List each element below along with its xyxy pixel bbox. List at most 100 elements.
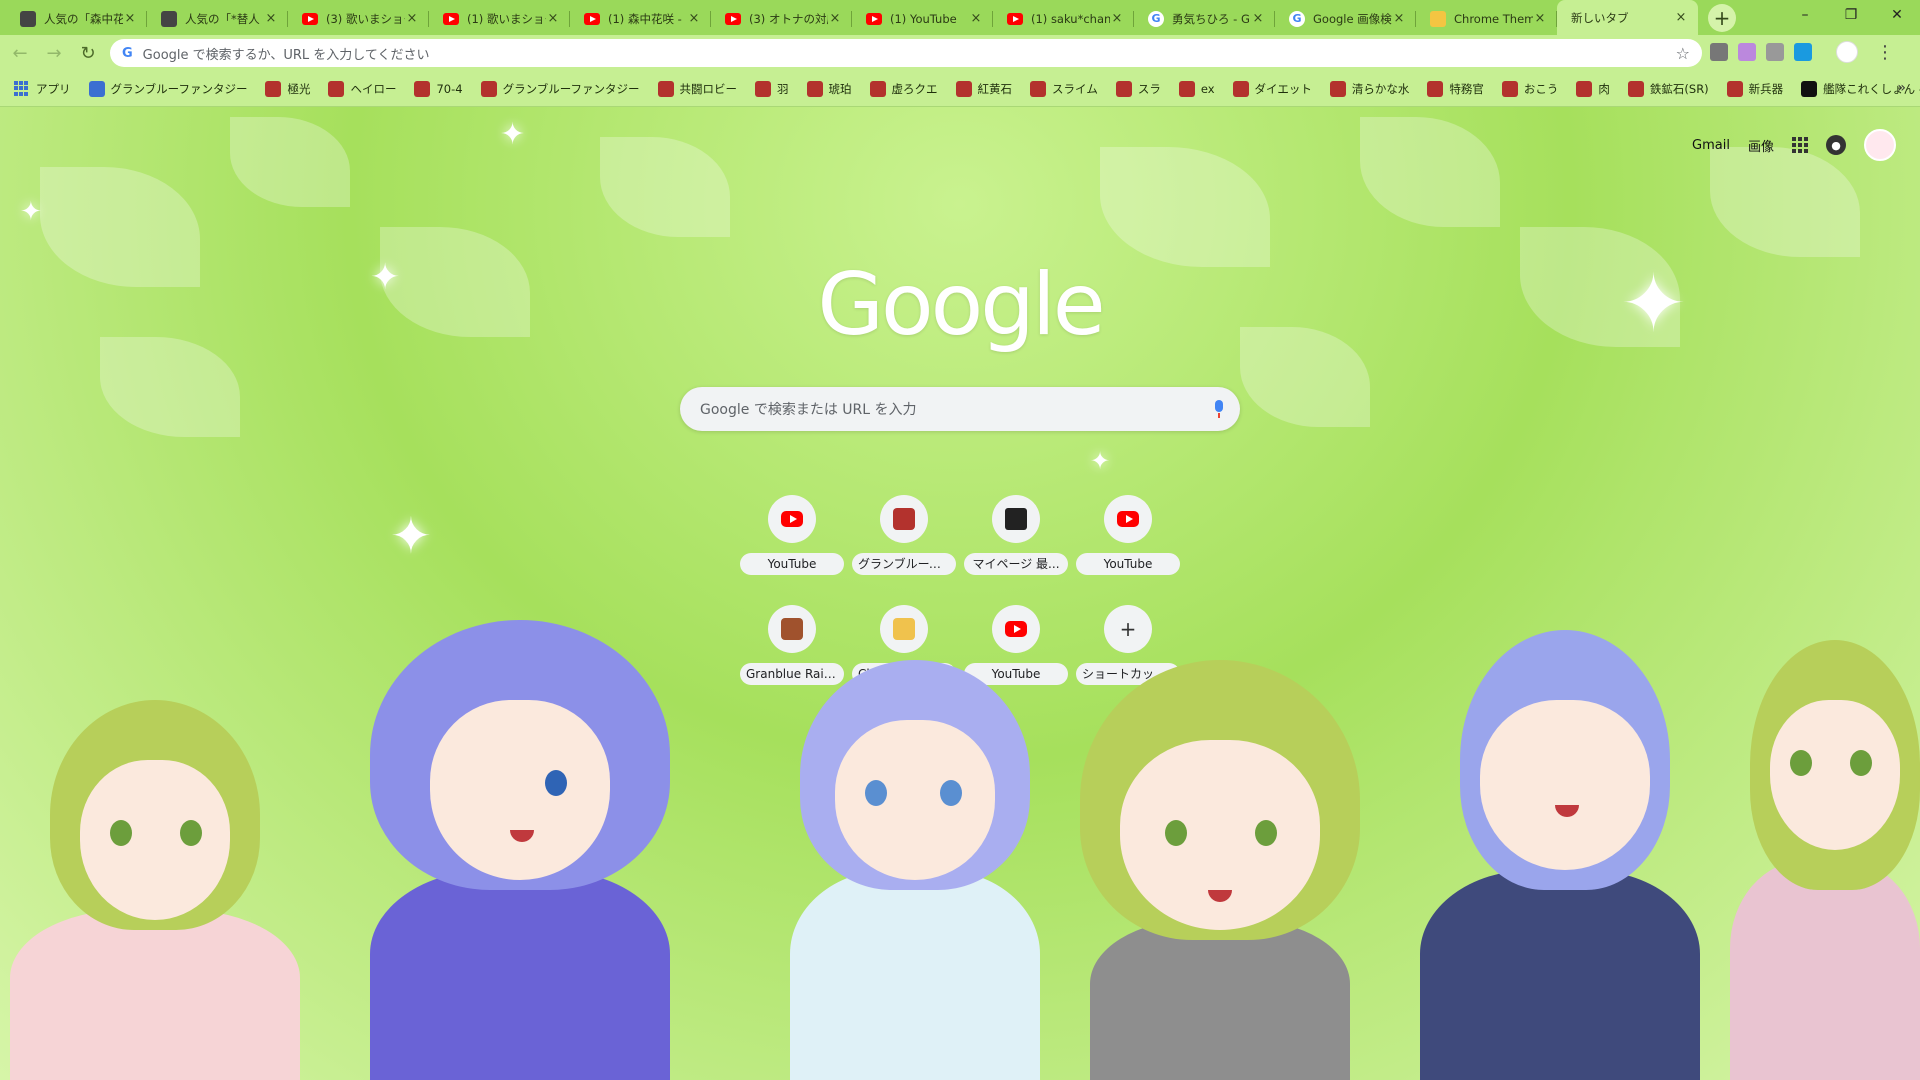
- bookmark-favicon-icon: [414, 80, 431, 97]
- bookmark-item[interactable]: 琥珀: [806, 80, 852, 97]
- menu-icon[interactable]: ⋮: [1876, 42, 1894, 63]
- shortcut-tile[interactable]: グランブルーフ...: [848, 487, 960, 575]
- omnibox[interactable]: G Google で検索するか、URL を入力してください ☆: [110, 39, 1702, 67]
- profile-avatar[interactable]: [1836, 41, 1858, 63]
- more-bookmarks-icon[interactable]: »: [1897, 80, 1906, 96]
- tab[interactable]: (1) saku*chan ×: [993, 2, 1134, 35]
- tab-title: (3) オトナの対応: [749, 11, 828, 26]
- bookmark-item[interactable]: 紅黄石: [955, 80, 1012, 97]
- google-apps-icon[interactable]: [1792, 137, 1808, 153]
- site-favicon-icon: [893, 618, 915, 640]
- bookmark-label: スライム: [1052, 81, 1098, 96]
- bookmark-item[interactable]: スラ: [1115, 80, 1161, 97]
- bookmark-favicon-icon: [1178, 80, 1195, 97]
- bookmark-label: 虚ろクエ: [891, 81, 938, 96]
- shortcut-tile[interactable]: マイページ 最...: [960, 487, 1072, 575]
- tab[interactable]: G 勇気ちひろ - G ×: [1134, 2, 1275, 35]
- tab[interactable]: (1) YouTube ×: [852, 2, 993, 35]
- shortcut-tile[interactable]: YouTube: [1072, 487, 1184, 575]
- tab-close-icon[interactable]: ×: [264, 11, 278, 26]
- bookmark-item[interactable]: おこう: [1501, 80, 1558, 97]
- bookmark-star-icon[interactable]: ☆: [1676, 44, 1690, 63]
- shortcut-tile[interactable]: YouTube: [736, 487, 848, 575]
- skype-icon[interactable]: [1794, 43, 1812, 61]
- tab-title: Chrome Them: [1454, 11, 1533, 26]
- character-illustration: [1730, 640, 1920, 1080]
- extension-pdf-icon[interactable]: [1710, 43, 1728, 61]
- bookmark-item[interactable]: 鉄鉱石(SR): [1627, 80, 1709, 97]
- bookmark-label: グランブルーファンタジー: [502, 81, 640, 96]
- bookmark-item[interactable]: 羽: [755, 80, 789, 97]
- tab-close-icon[interactable]: ×: [1392, 11, 1406, 26]
- tab-active[interactable]: 新しいタブ ×: [1557, 0, 1698, 35]
- images-link[interactable]: 画像: [1748, 136, 1774, 155]
- google-icon: G: [122, 45, 133, 61]
- bookmark-label: ex: [1200, 81, 1215, 96]
- toolbar: ← → ↻ G Google で検索するか、URL を入力してください ☆ ⋮: [0, 35, 1920, 71]
- extension-icon[interactable]: [1738, 43, 1756, 61]
- tab-close-icon[interactable]: ×: [969, 11, 983, 26]
- youtube-icon: [584, 12, 600, 25]
- bookmark-item[interactable]: 虚ろクエ: [869, 80, 938, 97]
- account-avatar[interactable]: [1864, 129, 1896, 161]
- back-icon[interactable]: ←: [6, 39, 34, 67]
- bookmark-item[interactable]: ヘイロー: [328, 80, 396, 97]
- character-illustration: [10, 700, 300, 1080]
- tab-close-icon[interactable]: ×: [546, 11, 560, 26]
- tab[interactable]: G Google 画像検 ×: [1275, 2, 1416, 35]
- bookmark-item[interactable]: 極光: [265, 80, 310, 97]
- youtube-icon: [443, 12, 459, 25]
- ntp-search-box[interactable]: Google で検索または URL を入力: [680, 387, 1240, 431]
- tab-close-icon[interactable]: ×: [123, 11, 137, 26]
- bookmark-item[interactable]: 特務官: [1427, 80, 1484, 97]
- shortcut-icon-circle: +: [1104, 605, 1152, 653]
- bookmark-favicon-icon: [88, 80, 105, 97]
- shortcut-icon-circle: [880, 495, 928, 543]
- gmail-link[interactable]: Gmail: [1692, 138, 1730, 153]
- extension-icon[interactable]: [1766, 43, 1784, 61]
- tab-close-icon[interactable]: ×: [687, 11, 701, 26]
- bookmark-item[interactable]: 70-4: [414, 80, 463, 97]
- bookmark-item[interactable]: 肉: [1576, 80, 1610, 97]
- tab[interactable]: (3) 歌いまショー×: [288, 2, 429, 35]
- shortcut-icon-circle: [768, 495, 816, 543]
- character-illustration: [330, 620, 710, 1080]
- tab[interactable]: 人気の「*替人 ×: [147, 2, 288, 35]
- shortcut-label: マイページ 最...: [964, 553, 1068, 575]
- forward-icon[interactable]: →: [40, 39, 68, 67]
- bookmark-favicon-icon: [328, 80, 345, 97]
- close-window-icon[interactable]: ✕: [1874, 0, 1920, 30]
- reload-icon[interactable]: ↻: [74, 39, 102, 67]
- new-tab-button[interactable]: +: [1708, 4, 1736, 32]
- bookmark-item[interactable]: ダイエット: [1232, 80, 1312, 97]
- tab[interactable]: (1) 歌いまショー×: [429, 2, 570, 35]
- tab[interactable]: Chrome Them ×: [1416, 2, 1557, 35]
- tab-title: (3) 歌いまショー: [326, 11, 405, 26]
- tab-close-icon[interactable]: ×: [1674, 10, 1688, 25]
- bookmark-favicon-icon: [806, 80, 823, 97]
- bookmark-item[interactable]: 共闘ロビー: [657, 80, 737, 97]
- maximize-icon[interactable]: ❐: [1828, 0, 1874, 30]
- tab-close-icon[interactable]: ×: [828, 11, 842, 26]
- minimize-icon[interactable]: –: [1782, 0, 1828, 30]
- bookmark-item[interactable]: ex: [1178, 80, 1215, 97]
- leaf-decoration: [600, 137, 730, 237]
- bookmark-item[interactable]: グランブルーファンタジー: [480, 80, 640, 97]
- shortcut-label: グランブルーフ...: [852, 553, 956, 575]
- tab[interactable]: (3) オトナの対応×: [711, 2, 852, 35]
- notifications-bell-icon[interactable]: ●: [1826, 135, 1846, 155]
- tab[interactable]: 人気の「森中花咲×: [6, 2, 147, 35]
- bookmark-item[interactable]: 新兵器: [1726, 80, 1783, 97]
- bookmark-item[interactable]: グランブルーファンタジー: [88, 80, 247, 97]
- tab-list: 人気の「森中花咲×人気の「*替人×(3) 歌いまショー×(1) 歌いまショー×(…: [0, 0, 1698, 35]
- tab-close-icon[interactable]: ×: [1110, 11, 1124, 26]
- bookmark-item[interactable]: スライム: [1030, 80, 1098, 97]
- bookmark-item[interactable]: アプリ: [14, 80, 71, 97]
- tab-close-icon[interactable]: ×: [1251, 11, 1265, 26]
- tab[interactable]: (1) 森中花咲 - ×: [570, 2, 711, 35]
- voice-search-icon[interactable]: [1214, 400, 1224, 418]
- bookmark-item[interactable]: 清らかな水: [1329, 80, 1409, 97]
- tab-title: 新しいタブ: [1571, 10, 1629, 25]
- tab-close-icon[interactable]: ×: [405, 11, 419, 26]
- tab-close-icon[interactable]: ×: [1533, 11, 1547, 26]
